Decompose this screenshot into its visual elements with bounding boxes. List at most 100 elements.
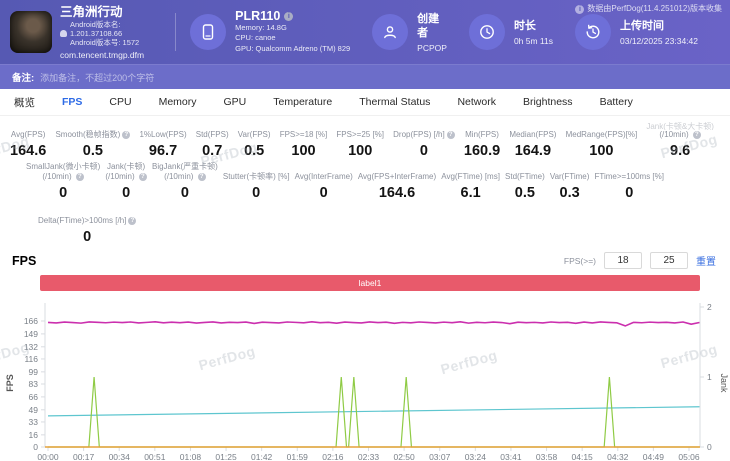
stats-row-2: SmallJank(微小卡顿)(/10min) ?0Jank(卡顿)(/10mi… [0,159,730,201]
device-name: PLR110 [235,10,280,23]
stat-item: Var(FPS)0.5 [238,119,271,159]
android-icon [60,30,67,37]
svg-text:03:24: 03:24 [465,452,487,461]
stat-item: Std(FTime)0.5 [505,161,545,201]
tab-network[interactable]: Network [457,96,496,108]
device-info-icon[interactable]: i [284,12,293,21]
stat-value: 0 [59,185,67,201]
upload-time-label: 上传时间 [620,19,698,33]
phone-icon [199,23,217,41]
help-icon[interactable]: ? [447,131,455,139]
note-bar: 备注: 添加备注，不超过200个字符 [0,64,730,89]
stat-value: 100 [589,143,613,159]
stat-item: Smooth(稳帧指数)?0.5 [55,119,130,159]
tab-thermal-status[interactable]: Thermal Status [359,96,430,108]
perfdog-report-page: { "header": { "app": { "title": "三角洲行动",… [0,0,730,461]
tab-cpu[interactable]: CPU [109,96,131,108]
tab-brightness[interactable]: Brightness [523,96,573,108]
stat-value: 0.3 [560,185,580,201]
stat-value: 160.9 [464,143,500,159]
svg-text:05:06: 05:06 [678,452,700,461]
tab-battery[interactable]: Battery [600,96,633,108]
help-icon[interactable]: ? [76,173,84,181]
history-clock-icon [584,23,602,41]
stat-value: 0.5 [83,143,103,159]
stat-item: 1%Low(FPS)96.7 [139,119,186,159]
stat-item: FTime>=100ms [%]0 [594,161,664,201]
note-input[interactable]: 添加备注，不超过200个字符 [40,71,154,84]
info-icon: i [575,5,584,14]
android-version-code: Android版本号: 1572 [70,38,169,47]
stat-value: 0 [181,185,189,201]
svg-text:01:25: 01:25 [215,452,237,461]
device-cpu: CPU: canoe [235,33,350,44]
tab-概览[interactable]: 概览 [14,95,35,110]
svg-text:116: 116 [24,354,38,364]
svg-text:49: 49 [29,405,39,415]
fps-threshold-input-2[interactable] [650,252,688,269]
svg-text:01:59: 01:59 [287,452,309,461]
duration-label: 时长 [514,19,553,33]
svg-text:00:51: 00:51 [144,452,166,461]
help-icon[interactable]: ? [139,173,147,181]
creator-value: PCPOP [417,43,447,53]
svg-text:00:34: 00:34 [109,452,131,461]
fps-threshold-input-1[interactable] [604,252,642,269]
svg-text:166: 166 [24,316,38,326]
app-package: com.tencent.tmgp.dfm [60,50,169,60]
duration-value: 0h 5m 11s [514,36,553,46]
svg-text:0: 0 [33,442,38,452]
stat-value: 0 [83,229,91,245]
tab-gpu[interactable]: GPU [224,96,247,108]
help-icon[interactable]: ? [122,131,130,139]
stat-value: 0 [625,185,633,201]
device-icon-circle [190,14,226,50]
svg-text:83: 83 [29,379,39,389]
svg-text:04:32: 04:32 [607,452,629,461]
tab-temperature[interactable]: Temperature [273,96,332,108]
svg-text:149: 149 [24,329,38,339]
fps-stats-panel: Avg(FPS)164.6Smooth(稳帧指数)?0.51%Low(FPS)9… [0,116,730,245]
svg-text:FPS: FPS [5,374,15,392]
clock-icon [478,23,496,41]
stat-item: Delta(FTime)>100ms [/h]?0 [38,205,136,245]
label1-marker-banner[interactable]: label1 [40,275,700,291]
svg-text:03:58: 03:58 [536,452,558,461]
fps-jank-chart[interactable]: 016334966839911613214916601200:0000:1700… [0,295,730,461]
stat-value: 0.5 [515,185,535,201]
device-block: PLR110 i Memory: 14.8G CPU: canoe GPU: Qu… [190,10,350,55]
svg-text:02:16: 02:16 [322,452,344,461]
stat-item: BigJank(严重卡顿)(/10min) ?0 [152,161,218,201]
stat-value: 0.5 [244,143,264,159]
stat-item: FPS>=25 [%]100 [336,119,384,159]
creator-block: 创建者 PCPOP [372,12,447,53]
reset-link[interactable]: 重置 [696,253,716,268]
help-icon[interactable]: ? [693,131,701,139]
svg-text:Jank: Jank [719,373,729,393]
stat-item: Avg(InterFrame)0 [295,161,353,201]
stat-item: Min(FPS)160.9 [464,119,500,159]
svg-text:16: 16 [29,430,39,440]
svg-text:1: 1 [707,372,712,382]
metric-tabs: 概览 FPS CPU Memory GPU Temperature Thermal Stat… [0,89,730,116]
tab-memory[interactable]: Memory [159,96,197,108]
note-label: 备注: [12,70,34,84]
stat-value: 164.6 [379,185,415,201]
stats-row-3: Delta(FTime)>100ms [/h]?0 [0,201,730,245]
stat-value: 0.7 [202,143,222,159]
stat-value: 9.6 [670,143,690,159]
tab-fps[interactable]: FPS [62,96,82,108]
stat-value: 0 [252,185,260,201]
help-icon[interactable]: ? [198,173,206,181]
device-memory: Memory: 14.8G [235,23,350,34]
stat-value: 100 [348,143,372,159]
device-gpu: GPU: Qualcomm Adreno (TM) 829 [235,44,350,55]
collect-version-note: i数据由PerfDog(11.4.251012)版本收集 [575,3,722,14]
svg-text:00:00: 00:00 [37,452,59,461]
stat-item: Avg(FPS+InterFrame)164.6 [358,161,436,201]
stat-value: 0 [420,143,428,159]
stat-value: 100 [291,143,315,159]
stat-item: Var(FTime)0.3 [550,161,590,201]
help-icon[interactable]: ? [128,217,136,225]
stat-item: Stutter(卡顿率) [%]0 [223,161,290,201]
